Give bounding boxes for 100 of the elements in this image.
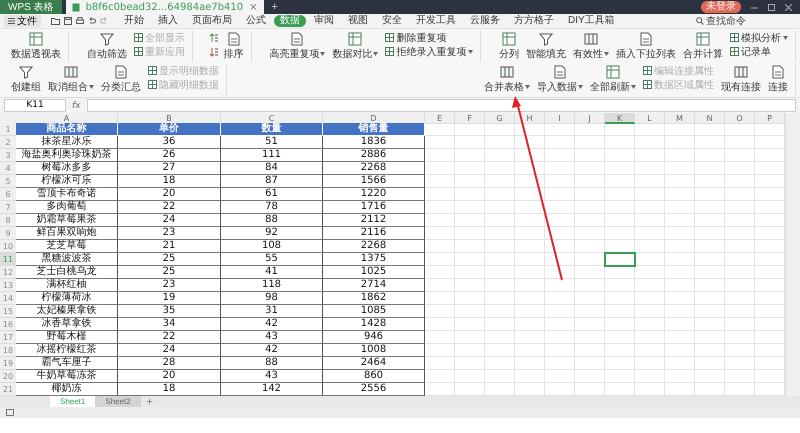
menu-tab[interactable]: 云服务 [464,15,506,27]
row-header[interactable]: 15 [0,305,16,318]
row-header[interactable]: 20 [0,370,16,383]
sort-ascending-icon[interactable] [208,33,218,43]
row-header[interactable]: 12 [0,266,16,279]
print-icon[interactable] [76,17,84,25]
column-header[interactable]: P [755,113,785,124]
menu-tab[interactable]: 插入 [152,15,184,27]
table-cell: 98 [221,292,323,305]
column-header[interactable]: I [545,113,575,124]
row-header[interactable]: 18 [0,344,16,357]
app-tab[interactable]: WPS 表格 [0,0,62,14]
row-header[interactable]: 10 [0,240,16,253]
command-search[interactable]: 查找命令 [696,14,746,28]
row-header[interactable]: 21 [0,383,16,396]
menu-tab[interactable]: DIY工具箱 [562,15,621,27]
ribbon-button[interactable]: 排序 [222,31,246,62]
row-header[interactable]: 1 [0,123,16,136]
ribbon-button[interactable]: 插入下拉列表 [614,31,678,62]
column-header[interactable]: N [695,113,725,124]
ribbon-button[interactable]: 合并表格 [482,64,532,95]
column-header[interactable]: F [455,113,485,124]
ribbon-button[interactable]: 拒绝录入重复项 [383,45,476,58]
ribbon-button[interactable]: 现有连接 [719,64,763,95]
column-header[interactable]: G [485,113,515,124]
ribbon-button[interactable]: 数据对比 [330,31,380,62]
column-header[interactable]: B [118,113,221,124]
ribbon-button[interactable]: 全部刷新 [588,64,638,95]
close-icon[interactable] [785,4,792,10]
column-header[interactable]: O [725,113,755,124]
ribbon-button[interactable]: 高亮重复项 [267,31,328,62]
vertical-scrollbar[interactable] [785,113,800,396]
ribbon-button[interactable]: 导入数据 [535,64,585,95]
table-cell: 41 [221,266,323,279]
row-header[interactable]: 2 [0,136,16,149]
row-header[interactable]: 8 [0,214,16,227]
ribbon-button[interactable]: 记录单 [728,45,790,58]
row-header[interactable]: 3 [0,149,16,162]
menu-tab[interactable]: 审阅 [308,15,340,27]
ribbon-button[interactable]: 删除重复项 [383,31,476,44]
row-header[interactable]: 5 [0,175,16,188]
column-header[interactable]: K [605,113,635,124]
column-header[interactable]: D [323,113,425,124]
row-header[interactable]: 9 [0,227,16,240]
column-header[interactable]: C [221,113,323,124]
ribbon-button[interactable]: 分类汇总 [99,64,143,95]
menu-tab[interactable]: 视图 [342,15,374,27]
column-header[interactable]: H [515,113,545,124]
table-cell: 23 [118,279,221,292]
sheet-tab[interactable]: Sheet2 [95,396,141,407]
name-box[interactable]: K11 [4,99,66,112]
row-header[interactable]: 17 [0,331,16,344]
ribbon-button[interactable]: 合并计算 [681,31,725,62]
maximize-icon[interactable] [768,4,775,10]
table-cell: 20 [118,370,221,383]
column-header[interactable]: E [425,113,455,124]
new-tab-button[interactable]: + [264,0,286,14]
column-header[interactable]: A [16,113,118,124]
login-badge[interactable]: 未登录 [701,1,741,13]
close-tab-button[interactable]: × [249,2,258,12]
menu-tab[interactable]: 页面布局 [186,15,238,27]
row-header[interactable]: 6 [0,188,16,201]
row-header[interactable]: 14 [0,292,16,305]
sort-descending-icon[interactable] [208,47,218,57]
ribbon-button[interactable]: 智能填充 [524,31,568,62]
menu-tab[interactable]: 开始 [118,15,150,27]
ribbon-button[interactable]: 有效性 [571,31,611,62]
column-header[interactable]: M [665,113,695,124]
row-header[interactable]: 16 [0,318,16,331]
table-cell: 海盐奥利奥珍珠奶茶 [16,149,118,162]
columns-icon [734,65,748,79]
sheet-tab[interactable]: Sheet1 [50,396,96,407]
ribbon-button[interactable]: 模拟分析 [728,31,790,44]
save-icon[interactable] [64,17,72,25]
row-header[interactable]: 19 [0,357,16,370]
ribbon-button[interactable]: 创建组 [9,64,43,95]
menu-tab[interactable]: 安全 [376,15,408,27]
ribbon-button[interactable]: 数据透视表 [9,31,63,62]
row-header[interactable]: 4 [0,162,16,175]
menu-tab[interactable]: 公式 [240,15,272,27]
formula-input[interactable] [86,99,796,112]
table-cell: 1085 [323,305,425,318]
add-sheet-button[interactable]: + [140,396,159,407]
ribbon-button[interactable]: 连接 [766,64,790,95]
menu-tab[interactable]: 方方格子 [508,15,560,27]
caret-icon [320,52,326,56]
row-header[interactable]: 7 [0,201,16,214]
folder-icon[interactable] [51,17,60,25]
column-header[interactable]: J [575,113,605,124]
ribbon-button[interactable]: 分列 [497,31,521,62]
ribbon-button[interactable]: 自动筛选 [84,31,129,62]
table-cell: 26 [118,149,221,162]
menu-tab[interactable]: 数据 [274,15,306,27]
ribbon-button[interactable]: 取消组合 [46,64,96,95]
undo-icon[interactable] [88,17,96,25]
row-header[interactable]: 13 [0,279,16,292]
column-header[interactable]: L [635,113,665,124]
menu-tab[interactable]: 开发工具 [410,15,462,27]
file-menu[interactable]: 文件 [4,15,41,27]
document-tab[interactable]: b8f6c0bead32...64984ae7b410 × [66,0,264,14]
